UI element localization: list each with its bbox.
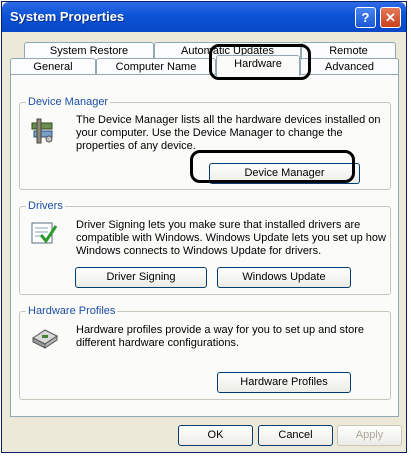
- close-button[interactable]: ✕: [380, 7, 401, 28]
- window-title: System Properties: [10, 9, 125, 24]
- hardware-profiles-legend: Hardware Profiles: [26, 305, 118, 317]
- device-manager-description: The Device Manager lists all the hardwar…: [76, 114, 381, 152]
- tab-remote[interactable]: Remote: [301, 42, 396, 59]
- cancel-button[interactable]: Cancel: [258, 425, 333, 446]
- tab-system-restore[interactable]: System Restore: [24, 42, 154, 59]
- tab-panel-hardware: Device Manager The Device Manager lists …: [10, 74, 399, 417]
- title-bar[interactable]: System Properties ? ✕: [2, 2, 406, 32]
- device-manager-group: Device Manager The Device Manager lists …: [19, 96, 391, 190]
- tab-computer-name[interactable]: Computer Name: [96, 58, 216, 75]
- hardware-profile-icon: [32, 329, 58, 349]
- system-properties-window: System Properties ? ✕ System Restore Aut…: [1, 1, 407, 453]
- drivers-description: Driver Signing lets you make sure that i…: [76, 219, 386, 257]
- tab-general[interactable]: General: [10, 58, 96, 75]
- apply-button: Apply: [337, 425, 402, 446]
- device-manager-button[interactable]: Device Manager: [209, 163, 360, 184]
- hardware-profiles-group: Hardware Profiles Hardware profiles prov…: [19, 305, 391, 400]
- driver-checklist-icon: [31, 222, 58, 244]
- hardware-profiles-button[interactable]: Hardware Profiles: [217, 372, 351, 393]
- drivers-legend: Drivers: [26, 200, 65, 212]
- help-button[interactable]: ?: [355, 7, 376, 28]
- driver-signing-button[interactable]: Driver Signing: [75, 267, 207, 288]
- device-manager-legend: Device Manager: [26, 96, 111, 108]
- tab-advanced[interactable]: Advanced: [300, 58, 399, 75]
- windows-update-button[interactable]: Windows Update: [217, 267, 351, 288]
- hardware-profiles-description: Hardware profiles provide a way for you …: [76, 324, 364, 349]
- device-manager-icon: [31, 118, 53, 144]
- tab-hardware[interactable]: Hardware: [216, 55, 300, 76]
- drivers-group: Drivers Driver Signing lets you make sur…: [19, 200, 391, 295]
- ok-button[interactable]: OK: [178, 425, 253, 446]
